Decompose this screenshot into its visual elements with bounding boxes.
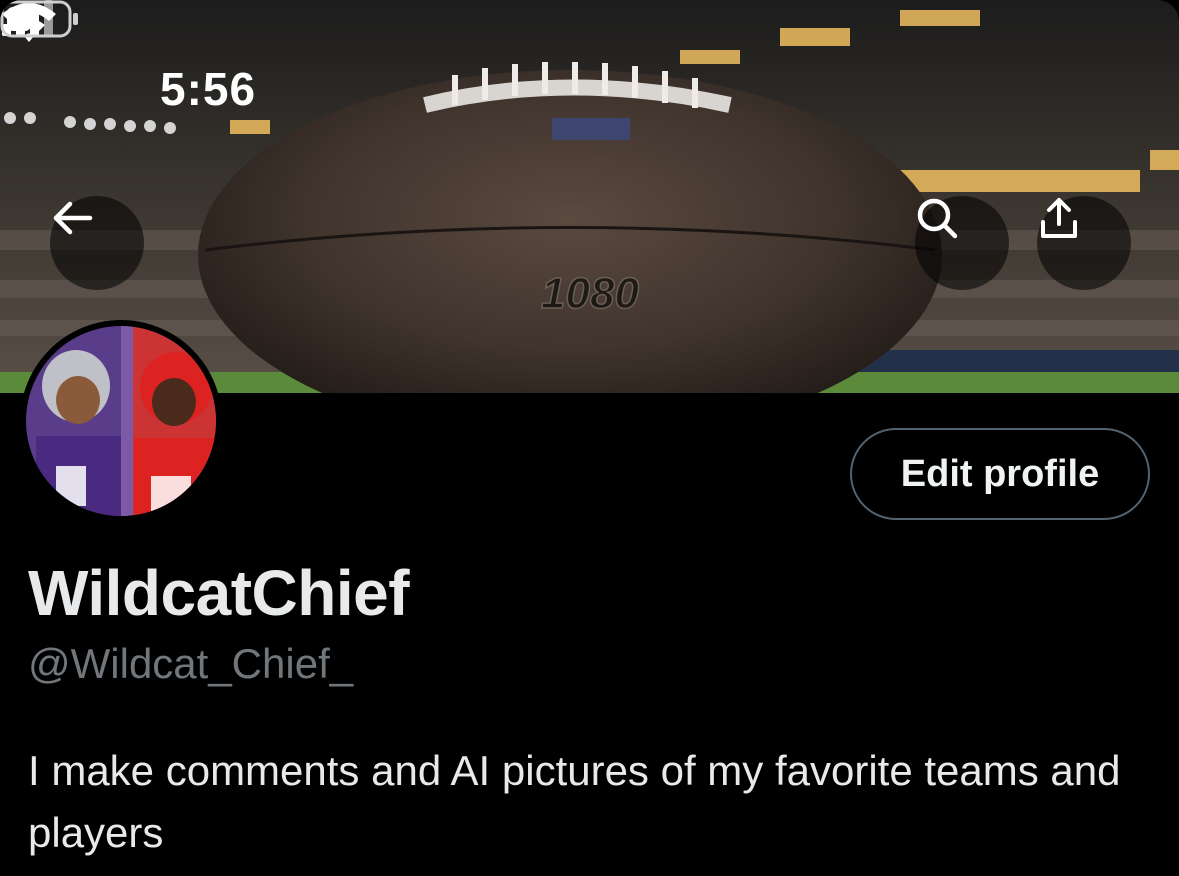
profile-screen: 1080 5:56 Edit profile WildcatChief @Wil… bbox=[0, 0, 1179, 876]
display-name: WildcatChief bbox=[28, 557, 410, 629]
status-time: 5:56 bbox=[160, 63, 257, 115]
user-handle: @Wildcat_Chief_ bbox=[28, 640, 354, 687]
profile-banner[interactable]: 1080 5:56 bbox=[0, 0, 1179, 393]
avatar-image bbox=[26, 326, 216, 516]
status-bar: 5:56 bbox=[0, 0, 1179, 120]
share-button[interactable] bbox=[1037, 196, 1131, 290]
search-icon bbox=[917, 198, 958, 239]
profile-bio: I make comments and AI pictures of my fa… bbox=[28, 747, 1121, 856]
edit-profile-button[interactable]: Edit profile bbox=[850, 428, 1150, 520]
battery-icon bbox=[0, 0, 78, 38]
back-button[interactable] bbox=[50, 196, 144, 290]
search-button[interactable] bbox=[915, 196, 1009, 290]
ball-text: 1080 bbox=[541, 269, 639, 318]
share-icon bbox=[1041, 198, 1077, 238]
avatar[interactable] bbox=[20, 320, 222, 522]
back-arrow-icon bbox=[53, 201, 93, 235]
